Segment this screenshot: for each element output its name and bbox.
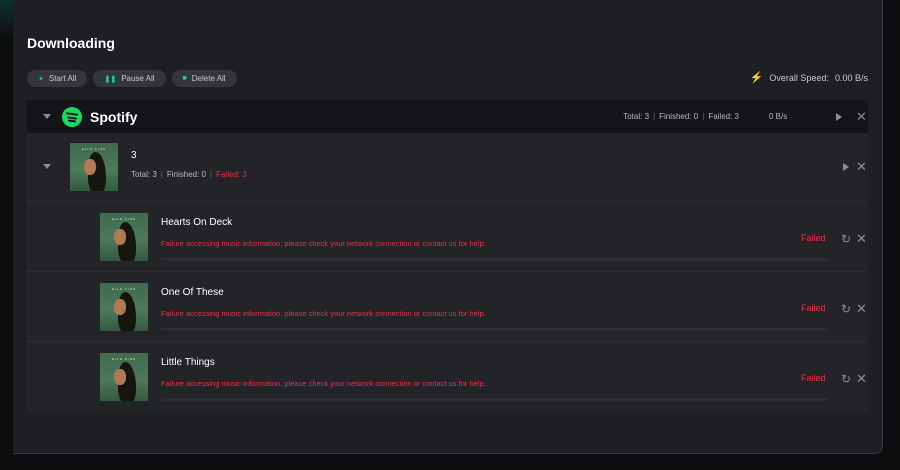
track-progress-bar [161,328,828,331]
retry-icon[interactable]: ↻ [841,302,851,316]
album-cover: ELLE KING [70,143,118,191]
track-progress-bar [161,398,828,401]
platform-finished: Finished: 0 [659,112,699,121]
platform-name: Spotify [90,109,138,125]
pause-all-button[interactable]: ❚❚ Pause All [93,70,166,87]
album-cover-text: ELLE KING [81,147,107,151]
platform-header: Spotify Total: 3 | Finished: 0 | Failed: 3 0… [27,100,868,133]
page-title: Downloading [27,35,115,51]
start-all-button[interactable]: ✦ Start All [27,70,88,87]
platform-stats: Total: 3 | Finished: 0 | Failed: 3 [623,112,739,121]
platform-total: Total: 3 [623,112,650,121]
retry-icon[interactable]: ↻ [841,372,851,386]
download-window: Downloading ✦ Start All ❚❚ Pause All ■ D… [13,0,883,454]
album-finished: Finished: 0 [166,170,207,179]
trash-icon: ■ [182,75,187,82]
track-title: Hearts On Deck [161,217,233,228]
delete-all-button[interactable]: ■ Delete All [171,70,237,87]
track-status: Failed [801,233,826,243]
toolbar: ✦ Start All ❚❚ Pause All ■ Delete All [27,70,237,87]
platform-failed: Failed: 3 [708,112,739,121]
platform-speed: 0 B/s [769,112,788,121]
collapse-platform-caret-icon[interactable] [43,114,51,119]
collapse-album-caret-icon[interactable] [43,164,51,169]
close-icon[interactable]: ✕ [856,302,867,315]
track-progress-bar [161,258,828,261]
track-row: ELLE KING Little Things Failure accessin… [27,341,868,411]
track-cover: ELLE KING [100,353,148,401]
download-group: Spotify Total: 3 | Finished: 0 | Failed: 3 0… [27,100,868,412]
track-error-message: Failure accessing music information, ple… [161,309,486,318]
track-status: Failed [801,373,826,383]
overall-speed-value: 0.00 B/s [834,72,868,83]
play-icon[interactable] [843,163,849,171]
track-cover: ELLE KING [100,283,148,331]
album-total: Total: 3 [131,170,157,179]
album-stats: Total: 3 | Finished: 0 | Failed: 3 [131,170,247,179]
retry-icon[interactable]: ↻ [841,232,851,246]
album-row: ELLE KING 3 Total: 3 | Finished: 0 | Failed:… [27,133,868,201]
track-status: Failed [801,303,826,313]
close-icon[interactable]: ✕ [856,372,867,385]
track-title: One Of These [161,287,224,298]
overall-speed: ⚡ Overall Speed: 0.00 B/s [750,71,868,84]
start-all-label: Start All [48,74,77,83]
track-row: ELLE KING Hearts On Deck Failure accessi… [27,201,868,271]
overall-speed-label: Overall Speed: [769,72,829,83]
album-title: 3 [131,150,137,161]
track-title: Little Things [161,357,215,368]
close-icon[interactable]: ✕ [856,232,867,245]
pause-all-label: Pause All [121,74,155,83]
track-error-message: Failure accessing music information, ple… [161,379,486,388]
track-error-message: Failure accessing music information, ple… [161,239,486,248]
spotify-icon [62,107,82,127]
pause-icon: ❚❚ [104,75,117,83]
delete-all-label: Delete All [191,74,226,83]
track-row: ELLE KING One Of These Failure accessing… [27,271,868,341]
track-cover: ELLE KING [100,213,148,261]
window-edge-glow [0,0,13,40]
play-icon[interactable] [836,113,842,121]
close-icon[interactable]: ✕ [856,110,867,123]
plus-icon: ✦ [38,75,44,83]
lightning-icon: ⚡ [749,72,764,84]
album-failed: Failed: 3 [216,170,247,179]
close-icon[interactable]: ✕ [856,160,867,173]
